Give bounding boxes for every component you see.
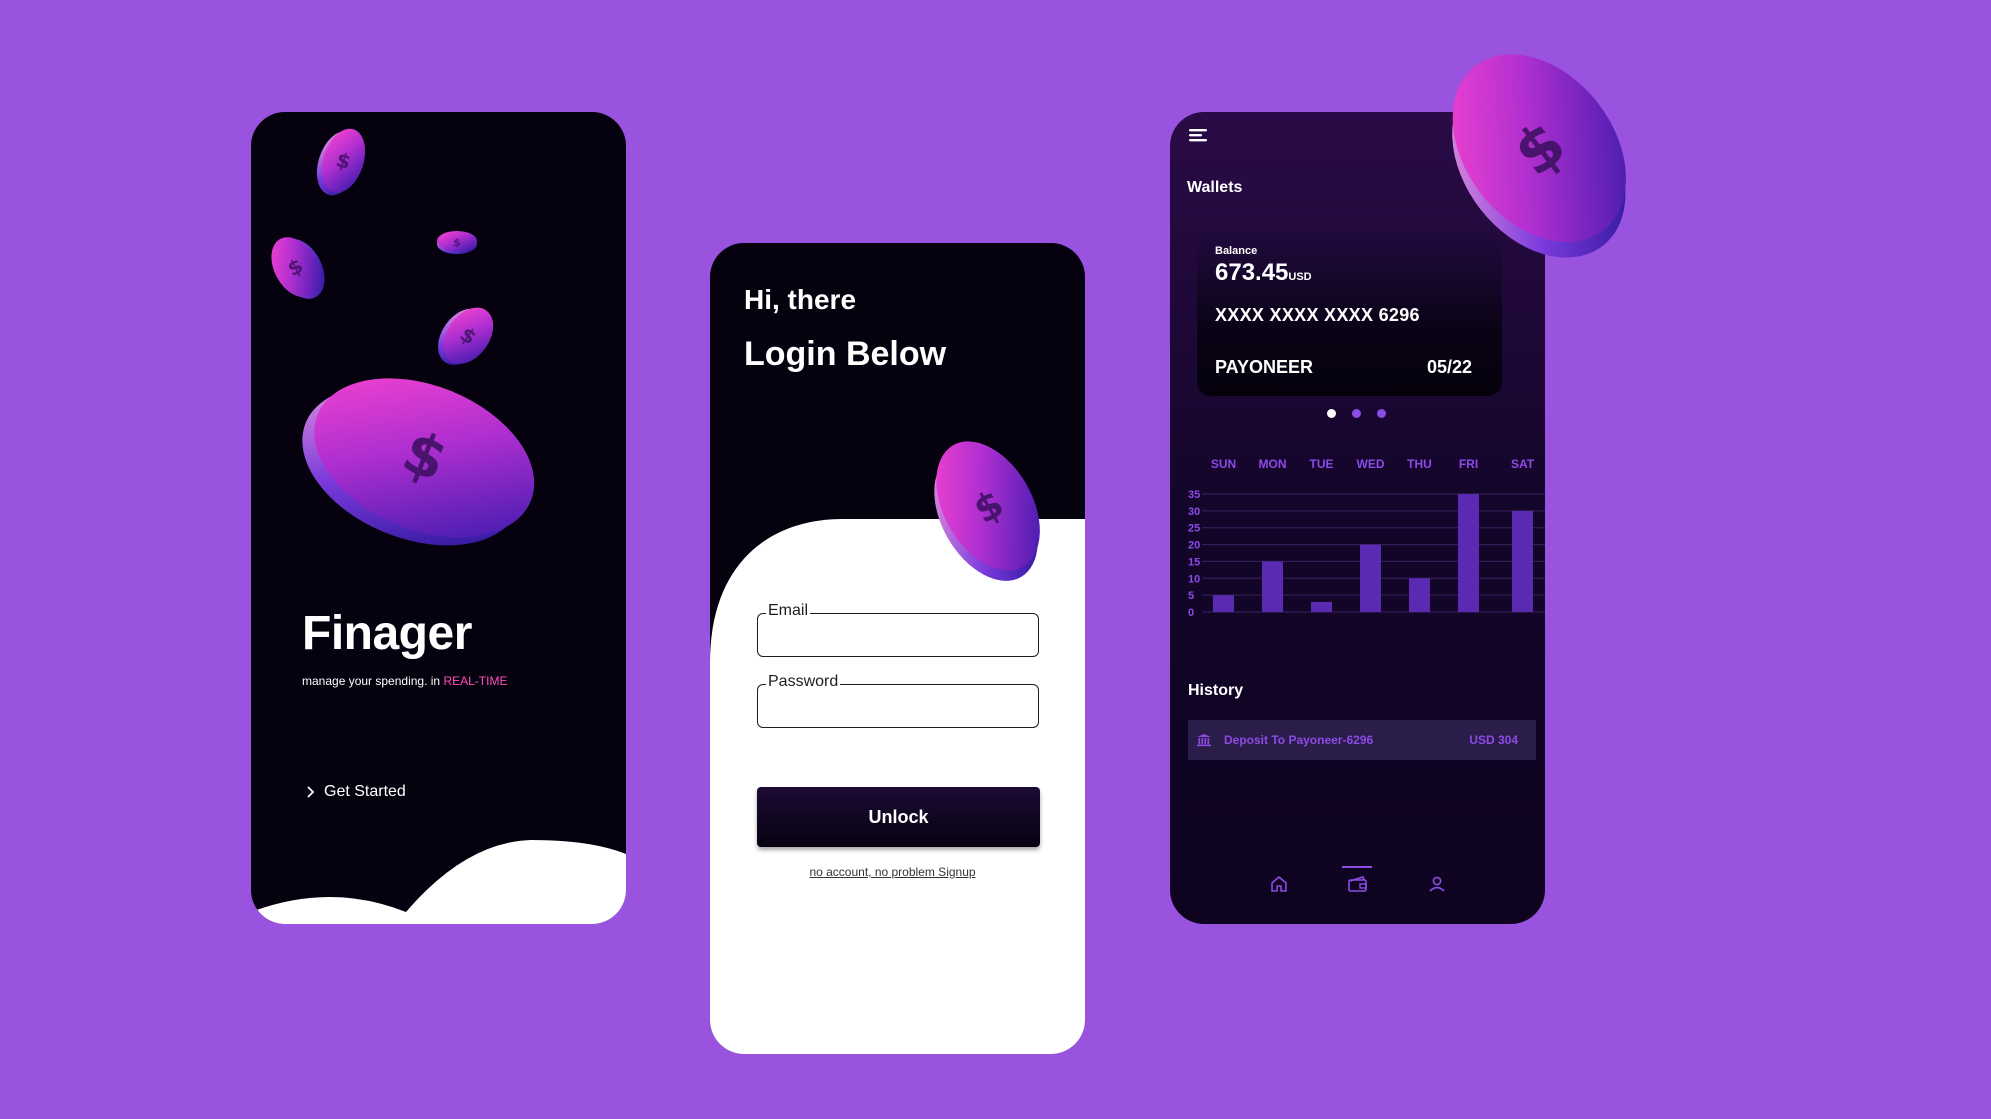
y-tick-label: 25	[1188, 523, 1200, 535]
email-input[interactable]	[766, 622, 1030, 650]
tagline-text: manage your spending. in	[302, 674, 444, 688]
bar-mon[interactable]	[1262, 561, 1283, 612]
transaction-row[interactable]: Deposit To Payoneer-6296 USD 304	[1188, 720, 1536, 760]
weekly-bar-chart: 0 5 10 15 20 25 30 35 SUN MON TUE WED THU FRI SAT	[1188, 457, 1545, 619]
coin-large: $	[302, 378, 535, 546]
card-bank: PAYONEER	[1215, 357, 1314, 377]
coin-dashboard: $	[1452, 54, 1626, 258]
coin-tiny: $	[437, 231, 477, 254]
unlock-button[interactable]: Unlock	[757, 787, 1040, 847]
coin-small-left: $	[271, 237, 325, 299]
wallet-icon[interactable]	[1347, 874, 1369, 894]
balance-currency: USD	[1288, 271, 1312, 283]
x-category-label: SAT	[1511, 457, 1535, 471]
bar-thu[interactable]	[1409, 578, 1430, 612]
get-started-label: Get Started	[324, 783, 406, 800]
app-title: Finager	[302, 607, 472, 660]
carousel-dot[interactable]	[1352, 409, 1361, 418]
user-icon[interactable]	[1427, 874, 1447, 894]
card-number: XXXX XXXX XXXX 6296	[1215, 305, 1420, 325]
splash-screen: $ $ $ $ $ Finager manage your spending. …	[251, 112, 626, 924]
y-tick-label: 0	[1188, 607, 1194, 619]
balance-value: 673.45USD	[1215, 259, 1312, 287]
tagline-accent: REAL-TIME	[443, 674, 508, 688]
coin-small-top: $	[316, 128, 366, 196]
x-category-label: WED	[1357, 457, 1385, 471]
x-category-label: TUE	[1310, 457, 1334, 471]
get-started-button[interactable]: Get Started	[306, 783, 406, 801]
carousel-dots	[1327, 409, 1386, 418]
x-category-label: THU	[1407, 457, 1432, 471]
decorative-hills	[251, 840, 626, 924]
coin-small-right: $	[438, 307, 494, 365]
signup-link[interactable]: no account, no problem Signup	[710, 865, 1075, 879]
bottom-nav	[1170, 854, 1545, 924]
menu-icon[interactable]	[1188, 128, 1208, 142]
password-field[interactable]: Password	[757, 673, 1039, 728]
y-tick-label: 5	[1188, 590, 1194, 602]
email-field[interactable]: Email	[757, 602, 1039, 657]
coin-login: $	[934, 441, 1040, 581]
transaction-description: Deposit To Payoneer-6296	[1224, 733, 1374, 747]
email-label: Email	[766, 602, 811, 620]
carousel-dot[interactable]	[1327, 409, 1336, 418]
svg-text:$: $	[453, 236, 461, 249]
wallets-heading: Wallets	[1187, 179, 1243, 196]
y-tick-label: 35	[1188, 489, 1200, 501]
carousel-dot[interactable]	[1377, 409, 1386, 418]
y-tick-label: 15	[1188, 556, 1200, 568]
password-label: Password	[766, 673, 841, 691]
tagline: manage your spending. in REAL-TIME	[302, 674, 507, 688]
active-tab-indicator	[1342, 866, 1372, 868]
card-expiry: 05/22	[1426, 357, 1472, 377]
password-input[interactable]	[766, 693, 1030, 721]
balance-amount: 673.45	[1215, 259, 1289, 286]
bar-tue[interactable]	[1311, 601, 1332, 612]
login-screen: Hi, there Login Below $ Email Password U…	[710, 243, 1085, 1054]
login-heading: Login Below	[744, 335, 947, 373]
bar-fri[interactable]	[1458, 494, 1479, 612]
history-heading: History	[1188, 682, 1244, 699]
x-category-label: SUN	[1211, 457, 1236, 471]
home-icon[interactable]	[1269, 874, 1289, 894]
greeting: Hi, there	[744, 284, 857, 315]
y-tick-label: 20	[1188, 540, 1200, 552]
bank-icon	[1196, 733, 1212, 747]
y-tick-label: 30	[1188, 506, 1200, 518]
bar-sat[interactable]	[1512, 510, 1533, 612]
x-category-label: FRI	[1459, 457, 1478, 471]
transaction-amount: USD 304	[1469, 733, 1518, 747]
balance-label: Balance	[1215, 245, 1258, 257]
chevron-right-icon	[307, 786, 315, 798]
y-tick-label: 10	[1188, 573, 1200, 585]
x-category-label: MON	[1259, 457, 1287, 471]
bar-sun[interactable]	[1213, 595, 1234, 612]
bar-wed[interactable]	[1360, 544, 1381, 612]
